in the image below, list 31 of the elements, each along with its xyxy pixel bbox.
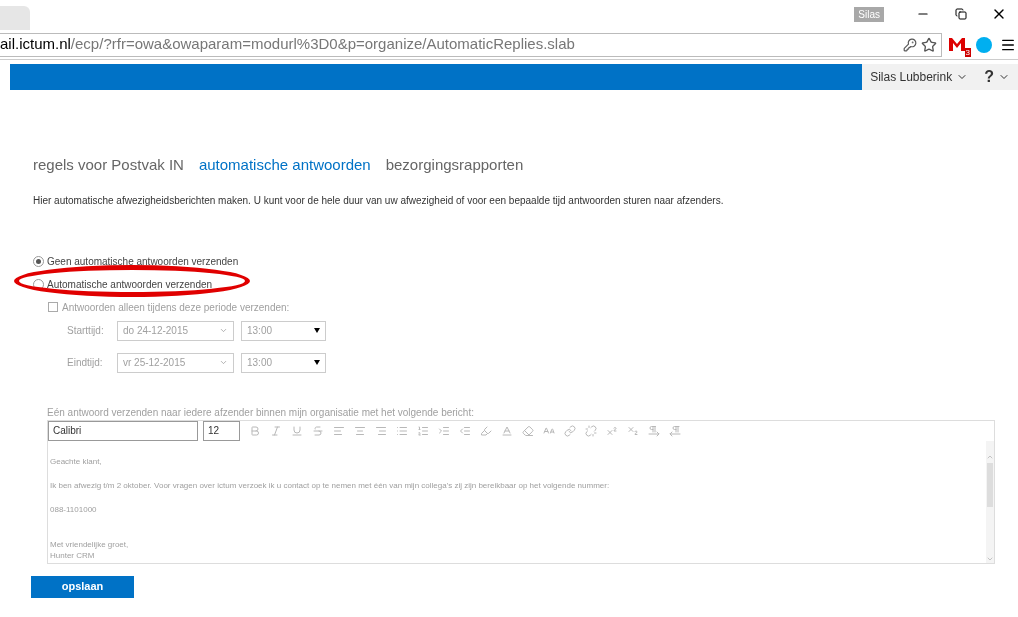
save-button[interactable]: opslaan	[31, 575, 134, 598]
chat-extension-icon[interactable]	[976, 36, 992, 53]
tab[interactable]: regels voor Postvak IN	[33, 154, 184, 177]
tab[interactable]: bezorgingsrapporten	[385, 154, 524, 177]
tab[interactable]: automatische antwoorden	[198, 154, 371, 177]
browser-tab[interactable]	[0, 6, 30, 30]
caret-icon	[314, 360, 320, 365]
help-menu[interactable]: ?	[984, 65, 1010, 89]
field-label: Eindtijd:	[67, 356, 104, 370]
star-icon[interactable]	[921, 36, 937, 53]
message-label: Eén antwoord verzenden naar iedere afzender binnen mijn organisatie met het volgende bericht:	[47, 405, 475, 420]
message-text: Ik ben afwezig t/m 2 oktober. Voor vragen over ictum verzoek ik u contact op te nemen met één van mijn collega's zij zijn bereikbaar op het volgende nummer:	[50, 479, 611, 491]
caret-icon	[314, 328, 320, 333]
mail-extension-icon[interactable]: 3	[948, 35, 968, 54]
user-menu[interactable]: Silas Lubberink	[870, 68, 969, 86]
url-text: ail.ictum.nl/ecp/?rfr=owa&owaparam=modurl%3D0&p=organize/AutomaticReplies.slab	[0, 34, 575, 55]
caret-icon	[219, 358, 228, 367]
description-text: Hier automatische afwezigheidsberichten maken. U kunt voor de hele duur van uw afwezigheid of voor een bepaalde tijd antwoorden sturen naar afzenders.	[33, 193, 725, 208]
radio-label: Geen automatische antwoorden verzenden	[47, 254, 239, 269]
message-text: Met vriendelijke groet,	[50, 538, 130, 550]
restore-icon	[955, 8, 967, 20]
radio-label: Automatische antwoorden verzenden	[47, 277, 213, 292]
address-bar[interactable]: ail.ictum.nl/ecp/?rfr=owa&owaparam=modurl%3D0&p=organize/AutomaticReplies.slab	[0, 32, 942, 57]
checkbox-label: Antwoorden alleen tijdens deze periode verzenden:	[62, 300, 290, 315]
key-icon[interactable]	[903, 37, 917, 52]
message-text: Hunter CRM	[50, 549, 96, 561]
notification-count: 3	[964, 47, 971, 57]
message-text: 088-1101000	[50, 503, 98, 515]
caret-icon	[219, 326, 228, 335]
field-label: Starttijd:	[67, 324, 105, 338]
message-text: Geachte klant,	[50, 455, 103, 467]
